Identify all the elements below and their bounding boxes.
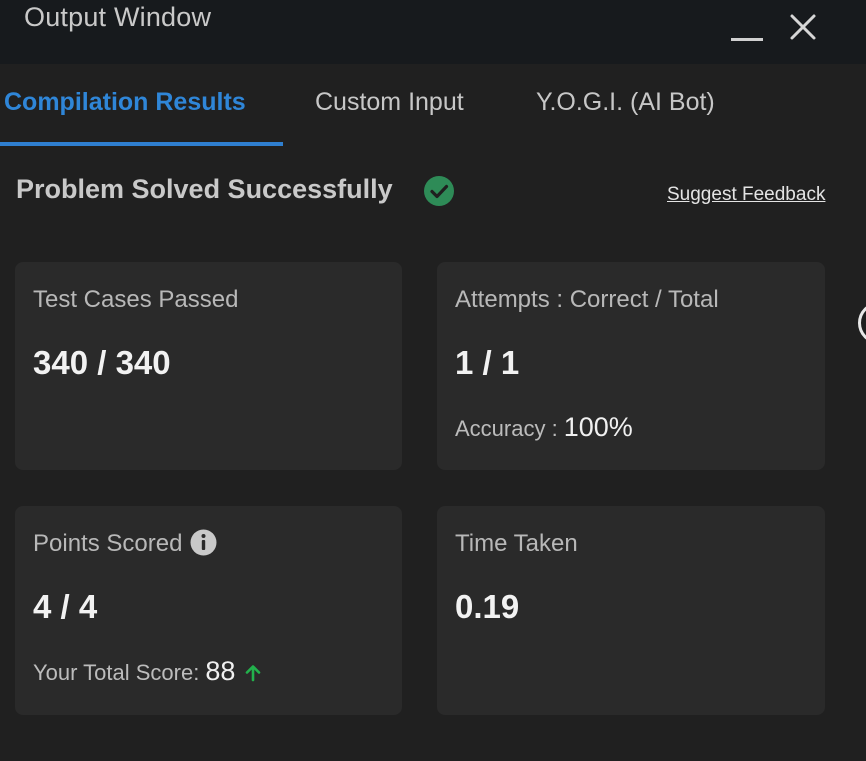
attempts-label: Attempts : Correct / Total xyxy=(455,286,719,313)
minimize-button[interactable] xyxy=(726,14,768,44)
time-taken-card: Time Taken 0.19 xyxy=(437,506,825,715)
title-bar: Output Window xyxy=(0,0,866,64)
total-score-row: Your Total Score: 88 xyxy=(33,656,263,687)
time-taken-label: Time Taken xyxy=(455,530,578,557)
tab-custom-input[interactable]: Custom Input xyxy=(315,88,464,117)
scroll-handle[interactable] xyxy=(858,302,866,344)
accuracy-label: Accuracy : xyxy=(455,416,558,441)
tab-yogi-ai-bot[interactable]: Y.O.G.I. (AI Bot) xyxy=(536,88,715,117)
arrow-up-icon xyxy=(246,664,261,681)
test-cases-value: 340 / 340 xyxy=(33,344,171,381)
points-label: Points Scored xyxy=(33,530,183,557)
close-icon xyxy=(790,14,816,40)
window-title: Output Window xyxy=(24,2,212,32)
tab-bar: Compilation Results Custom Input Y.O.G.I… xyxy=(0,64,866,146)
time-taken-value: 0.19 xyxy=(455,588,520,625)
accuracy-value: 100% xyxy=(563,412,633,442)
minimize-icon xyxy=(731,38,763,41)
tab-compilation-results[interactable]: Compilation Results xyxy=(4,88,246,117)
attempts-card: Attempts : Correct / Total 1 / 1 Accurac… xyxy=(437,262,825,470)
suggest-feedback-link[interactable]: Suggest Feedback xyxy=(667,184,825,206)
close-button[interactable] xyxy=(784,8,822,46)
points-card: Points Scored 4 / 4 Your Total Score: 88 xyxy=(15,506,402,715)
test-cases-card: Test Cases Passed 340 / 340 xyxy=(15,262,402,470)
attempts-value: 1 / 1 xyxy=(455,344,520,381)
points-value: 4 / 4 xyxy=(33,588,98,625)
info-icon[interactable] xyxy=(190,529,217,556)
active-tab-indicator xyxy=(0,142,283,146)
points-label-row: Points Scored xyxy=(33,529,217,558)
test-cases-label: Test Cases Passed xyxy=(33,286,239,313)
check-circle-icon xyxy=(424,176,454,206)
total-score-value: 88 xyxy=(205,656,236,686)
status-title: Problem Solved Successfully xyxy=(16,174,393,204)
total-score-label: Your Total Score: xyxy=(33,660,200,685)
output-window: Output Window Compilation Results Custom… xyxy=(0,0,866,761)
accuracy-row: Accuracy :100% xyxy=(455,412,633,443)
